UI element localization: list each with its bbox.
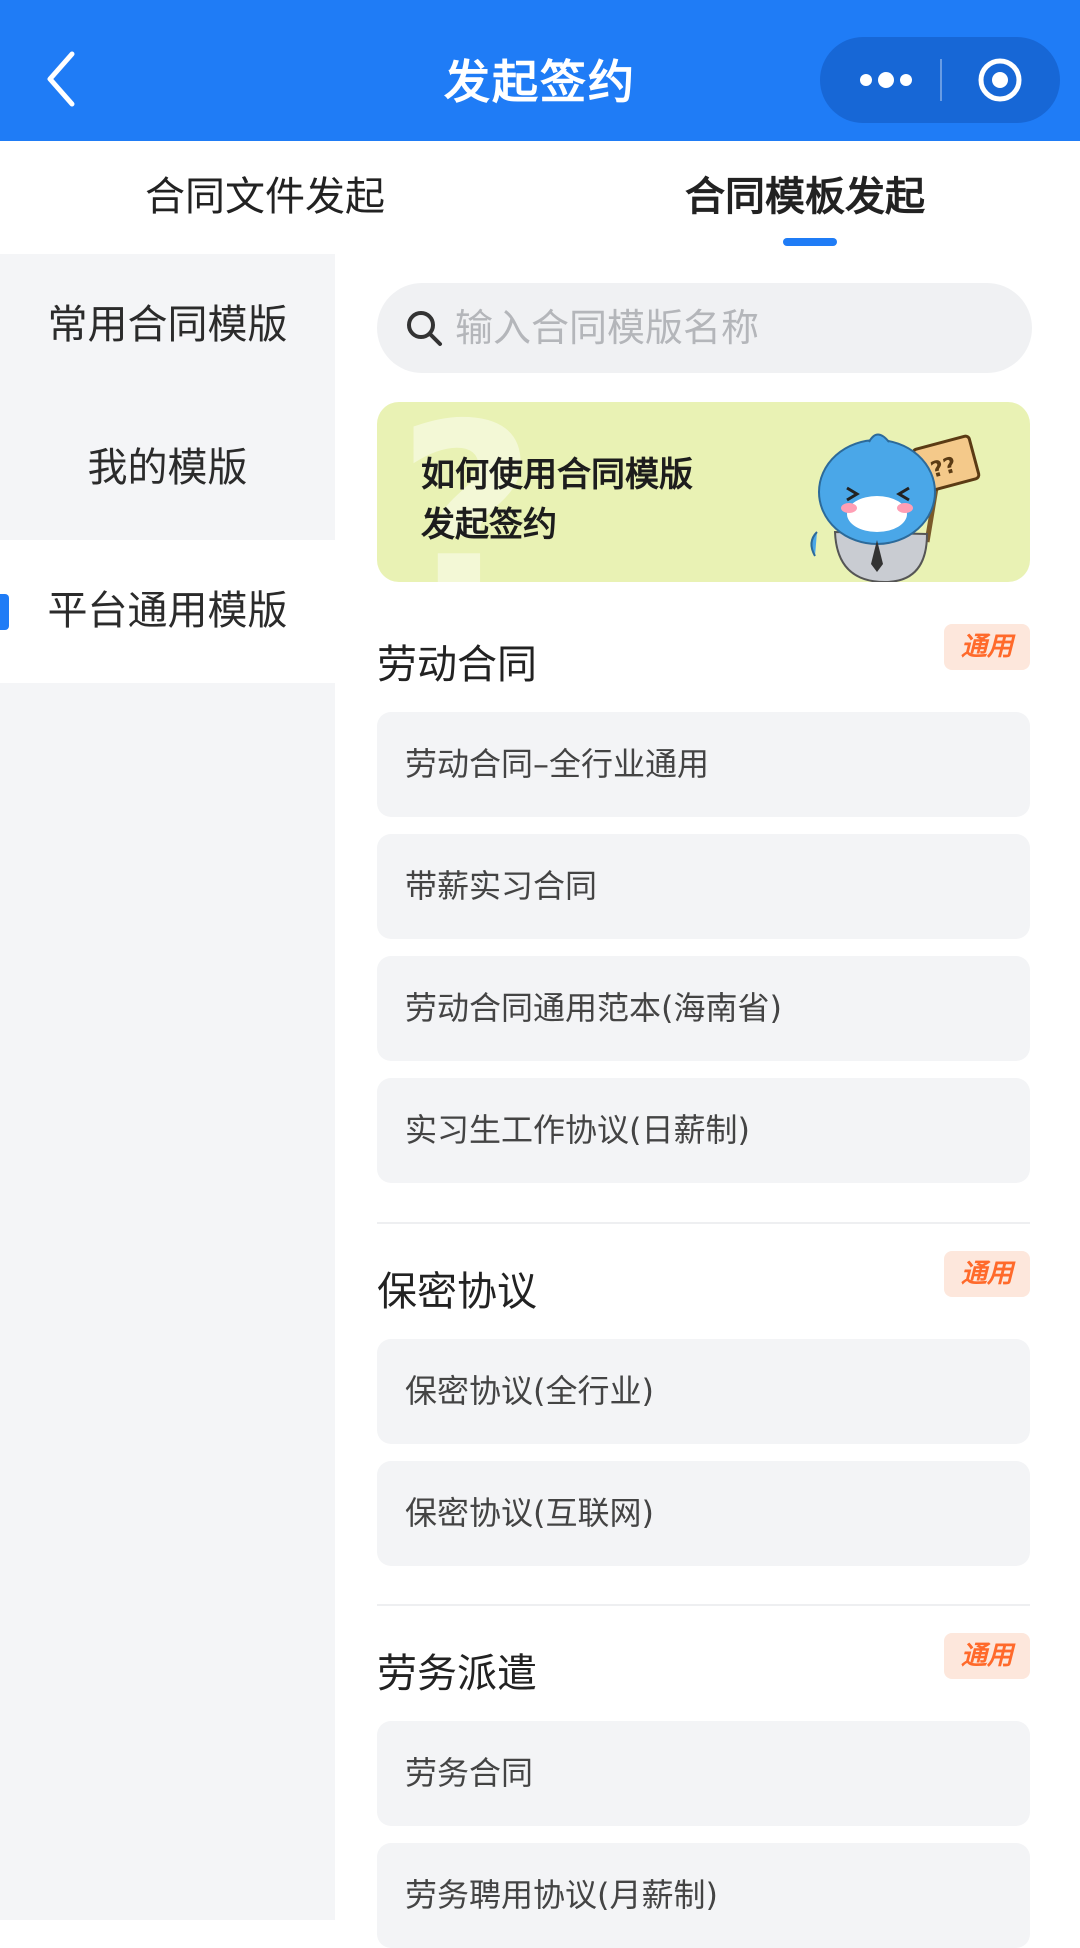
template-item-label: 劳务聘用协议(月薪制) [405,1876,718,1914]
header-bar: 发起签约 [0,0,1080,141]
template-item-label: 劳动合同通用范本(海南省) [405,989,782,1027]
template-item[interactable]: 保密协议(互联网) [377,1461,1030,1566]
template-item-label: 劳务合同 [405,1754,534,1792]
template-item[interactable]: 劳动合同–全行业通用 [377,712,1030,817]
tab-contract-file[interactable]: 合同文件发起 [145,141,385,254]
search-input[interactable] [455,283,1015,373]
section-title: 保密协议 [377,1269,537,1315]
active-tab-indicator [783,238,837,246]
help-banner[interactable]: ? 如何使用合同模版 发起签约 ?? [377,402,1030,582]
general-badge: 通用 [944,1633,1030,1679]
template-item-label: 保密协议(全行业) [405,1372,654,1410]
tab-bar: 合同文件发起 合同模板发起 [0,141,1080,254]
more-dots-icon [860,72,912,88]
sidebar-item-my-templates[interactable]: 我的模版 [0,397,335,540]
template-item-label: 带薪实习合同 [405,867,598,905]
template-item[interactable]: 劳动合同通用范本(海南省) [377,956,1030,1061]
template-item-label: 劳动合同–全行业通用 [405,745,710,783]
section-title: 劳动合同 [377,642,537,688]
general-badge: 通用 [944,1251,1030,1297]
section-title: 劳务派遣 [377,1651,537,1697]
template-item-label: 保密协议(互联网) [405,1494,654,1532]
more-button[interactable] [820,37,940,123]
template-item[interactable]: 保密协议(全行业) [377,1339,1030,1444]
active-sidebar-marker [0,594,9,630]
banner-text: 如何使用合同模版 发起签约 [421,450,693,550]
sidebar-item-platform-templates[interactable]: 平台通用模版 [0,540,335,683]
banner-line-2: 发起签约 [421,505,557,545]
template-item[interactable]: 带薪实习合同 [377,834,1030,939]
search-icon [407,311,442,346]
category-sidebar: 常用合同模版 我的模版 平台通用模版 [0,254,335,1920]
section-labor-dispatch: 劳务派遣 通用 劳务合同 劳务聘用协议(月薪制) [377,1633,1030,1948]
sidebar-item-label: 平台通用模版 [47,588,288,634]
template-list-panel: ? 如何使用合同模版 发起签约 ?? 劳动合同 通用 劳动合同–全行业 [335,254,1080,1948]
section-divider [377,1604,1030,1606]
target-circle-icon [978,58,1022,102]
chevron-left-icon [47,51,75,107]
template-item-label: 实习生工作协议(日薪制) [405,1111,750,1149]
mini-program-capsule [820,37,1060,123]
template-item[interactable]: 劳务聘用协议(月薪制) [377,1843,1030,1948]
general-badge: 通用 [944,624,1030,670]
template-item[interactable]: 实习生工作协议(日薪制) [377,1078,1030,1183]
section-labor-contract: 劳动合同 通用 劳动合同–全行业通用 带薪实习合同 劳动合同通用范本(海南省) … [377,624,1030,1183]
template-item[interactable]: 劳务合同 [377,1721,1030,1826]
banner-line-1: 如何使用合同模版 [421,455,693,495]
section-divider [377,1222,1030,1224]
sidebar-item-common-templates[interactable]: 常用合同模版 [0,254,335,397]
search-box[interactable] [377,283,1032,373]
back-button[interactable] [38,48,88,110]
section-nda: 保密协议 通用 保密协议(全行业) 保密协议(互联网) [377,1251,1030,1566]
dolphin-mascot-icon: ?? [810,433,981,582]
